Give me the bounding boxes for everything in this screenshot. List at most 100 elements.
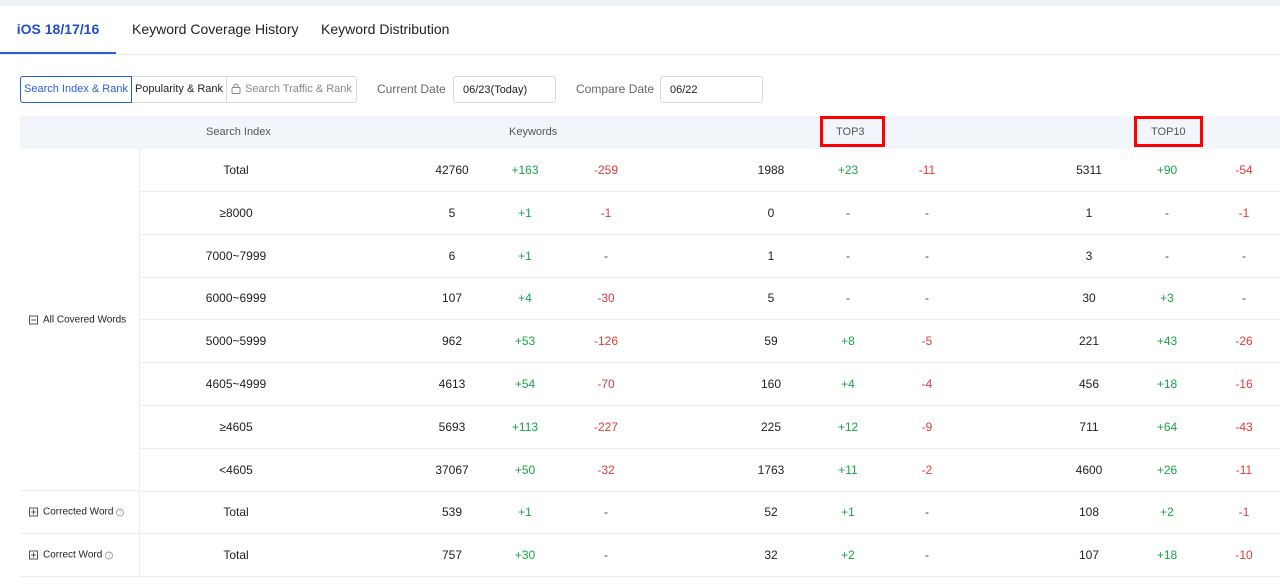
row-label: 5000~5999 <box>205 334 267 349</box>
keywords-increase: +1 <box>518 205 532 220</box>
keywords-count: 5 <box>448 205 456 220</box>
row-label: <4605 <box>219 462 253 477</box>
keywords-increase: +163 <box>511 163 539 177</box>
table-row: ≥8000 5 +1 -1 0- -1- -1 <box>140 192 1280 235</box>
table-row: <4605 37067 +50 -32 1763 +11 -2 4600 +26 -11 <box>140 449 1280 492</box>
keywords-decrease: -259 <box>593 163 619 177</box>
top10-count: 4600 <box>1075 462 1103 477</box>
top3-increase: - <box>846 205 850 220</box>
top10-increase: +90 <box>1156 163 1178 177</box>
top10-increase: +18 <box>1156 377 1178 391</box>
top10-increase: +18 <box>1156 548 1178 563</box>
keywords-decrease: - <box>604 248 608 263</box>
row-label: Total <box>223 163 249 177</box>
group-toggle-all-covered[interactable]: All Covered Words <box>29 314 126 325</box>
top3-count: 32 <box>764 548 778 563</box>
segment-search-traffic-label: Search Traffic & Rank <box>245 83 352 95</box>
top10-increase: +26 <box>1156 462 1178 477</box>
help-icon[interactable]: ? <box>116 508 125 516</box>
top3-increase: +11 <box>838 462 858 477</box>
keywords-count: 539 <box>441 505 463 520</box>
table-row: 5000~5999 962 +53 -126 59 +8 -5 221 +43 -26 <box>140 320 1280 364</box>
group-label: Corrected Word <box>43 506 114 518</box>
current-date-label: Current Date <box>377 82 446 96</box>
keywords-increase: +1 <box>518 248 532 263</box>
keywords-increase: +30 <box>514 548 536 563</box>
collapse-icon <box>29 315 38 324</box>
top3-decrease: -5 <box>921 334 933 349</box>
top10-count: 456 <box>1078 377 1100 391</box>
top10-increase: - <box>1165 205 1169 220</box>
top3-count: 160 <box>760 377 782 391</box>
top10-count: 108 <box>1078 505 1100 520</box>
top10-decrease: -16 <box>1235 377 1253 391</box>
top10-count: 711 <box>1079 419 1099 434</box>
top3-decrease: - <box>925 205 929 220</box>
highlight-box-top3 <box>820 116 885 147</box>
top3-count: 225 <box>760 419 782 434</box>
tab-keyword-coverage-history[interactable]: Keyword Coverage History <box>132 6 299 54</box>
segment-search-index-rank[interactable]: Search Index & Rank <box>20 76 132 103</box>
top10-increase: +2 <box>1160 505 1174 520</box>
top3-increase: +2 <box>841 548 855 563</box>
group-label: Correct Word <box>43 549 103 561</box>
row-label: Total <box>223 548 249 563</box>
top3-increase: +1 <box>841 505 855 520</box>
table-row: Total 539 +1 - 52 +1 - 108 +2 -1 <box>140 491 1280 535</box>
header-search-index: Search Index <box>206 126 271 138</box>
top10-decrease: -26 <box>1235 334 1253 349</box>
top3-count: 52 <box>764 505 778 520</box>
top3-count: 5 <box>767 291 775 306</box>
top10-increase: +3 <box>1160 291 1174 306</box>
top3-count: 59 <box>764 334 778 349</box>
group-toggle-corrected-word[interactable]: Corrected Word ? <box>29 506 125 518</box>
top3-count: 1 <box>767 248 775 263</box>
top3-decrease: -9 <box>921 419 933 434</box>
top3-increase: - <box>846 291 850 306</box>
top10-decrease: -54 <box>1235 163 1253 177</box>
keywords-count: 42760 <box>435 163 469 177</box>
row-label: 4605~4999 <box>205 377 267 391</box>
expand-icon <box>29 507 38 517</box>
table-row: 7000~7999 6 +1 - 1 - - 3 - - <box>140 235 1280 278</box>
top10-count: 3 <box>1085 248 1093 263</box>
group-label: All Covered Words <box>43 314 127 325</box>
top10-count: 221 <box>1078 334 1100 349</box>
compare-date-input[interactable] <box>660 76 763 103</box>
segment-popularity-rank[interactable]: Popularity & Rank <box>131 76 227 103</box>
keywords-increase: +54 <box>514 377 536 391</box>
top10-decrease: -43 <box>1235 419 1253 434</box>
tab-ios[interactable]: iOS 18/17/16 <box>0 6 116 54</box>
table-row: Total 757 +30 - 32 +2 - 107 +18 -10 <box>140 534 1280 578</box>
top3-increase: +4 <box>841 377 855 391</box>
table-row: ≥4605 5693 +113 -227 225 +12 -9 711 +64 -43 <box>140 406 1280 449</box>
top3-decrease: -4 <box>921 377 933 391</box>
top3-decrease: -2 <box>921 462 933 477</box>
top3-count: 1763 <box>757 462 785 477</box>
table-row: Total 42760 +163 -259 1988 +23 -11 5311 +90 -54 <box>140 149 1280 192</box>
top10-decrease: -11 <box>1235 462 1253 477</box>
top3-decrease: - <box>925 291 929 306</box>
current-date-input[interactable] <box>453 76 556 103</box>
segment-search-traffic-rank[interactable]: Search Traffic & Rank <box>226 76 357 103</box>
top10-increase: - <box>1165 248 1169 263</box>
top3-decrease: - <box>925 505 929 520</box>
keywords-decrease: -126 <box>593 334 619 349</box>
top10-decrease: -1 <box>1238 205 1250 220</box>
group-corrected-word: Corrected Word ? <box>20 491 140 534</box>
top3-increase: +12 <box>837 419 859 434</box>
keywords-decrease: -70 <box>597 377 615 391</box>
keywords-increase: +113 <box>511 419 539 434</box>
top10-decrease: - <box>1242 291 1246 306</box>
tab-keyword-distribution[interactable]: Keyword Distribution <box>321 6 449 54</box>
top3-decrease: - <box>925 248 929 263</box>
row-label: ≥8000 <box>219 205 253 220</box>
keywords-decrease: - <box>604 548 608 563</box>
help-icon[interactable]: ? <box>105 551 114 559</box>
keywords-count: 962 <box>441 334 463 349</box>
top10-increase: +43 <box>1156 334 1178 349</box>
keywords-count: 757 <box>441 548 463 563</box>
highlight-box-top10 <box>1134 116 1203 147</box>
group-toggle-correct-word[interactable]: Correct Word ? <box>29 549 114 561</box>
keywords-count: 4613 <box>438 377 466 391</box>
